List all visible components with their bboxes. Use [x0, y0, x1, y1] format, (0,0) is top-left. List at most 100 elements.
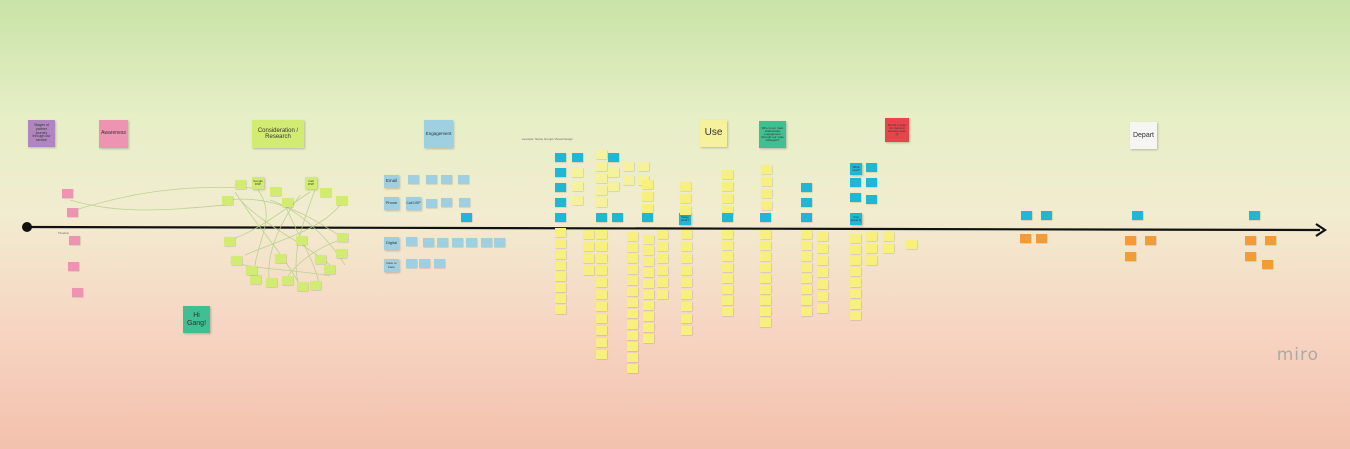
sticky-note[interactable] — [596, 174, 607, 183]
sticky-note[interactable] — [555, 283, 566, 292]
sticky-note-stakeholder-question[interactable]: Who is our main stakeholder engagement t… — [759, 121, 786, 148]
sticky-note[interactable] — [224, 237, 235, 246]
sticky-note[interactable] — [760, 252, 771, 261]
sticky-note[interactable] — [883, 232, 894, 241]
sticky-note[interactable] — [222, 196, 233, 205]
sticky-note[interactable] — [850, 245, 861, 254]
sticky-note[interactable] — [760, 230, 771, 239]
sticky-note[interactable] — [627, 309, 638, 318]
sticky-note-email[interactable]: Email — [384, 175, 399, 188]
sticky-note[interactable] — [817, 268, 828, 277]
sticky-note[interactable] — [596, 338, 607, 347]
sticky-note[interactable] — [817, 244, 828, 253]
sticky-note[interactable] — [866, 178, 877, 187]
sticky-note[interactable] — [596, 254, 607, 263]
sticky-note[interactable] — [760, 213, 771, 222]
sticky-note[interactable] — [1245, 236, 1256, 245]
sticky-note[interactable] — [850, 234, 861, 243]
sticky-note[interactable] — [555, 272, 566, 281]
sticky-note[interactable] — [866, 195, 877, 204]
sticky-note[interactable] — [866, 232, 877, 241]
sticky-note-stages-intro[interactable]: Stages of partner journey through our se… — [28, 120, 55, 147]
sticky-note[interactable] — [643, 268, 654, 277]
sticky-note[interactable] — [596, 230, 607, 239]
sticky-note[interactable] — [67, 208, 78, 217]
sticky-note[interactable] — [643, 312, 654, 321]
sticky-note[interactable] — [320, 188, 331, 197]
sticky-note[interactable] — [596, 350, 607, 359]
sticky-note[interactable] — [850, 267, 861, 276]
sticky-note[interactable] — [627, 265, 638, 274]
sticky-note[interactable] — [850, 256, 861, 265]
sticky-note[interactable] — [722, 170, 733, 179]
sticky-note[interactable] — [246, 266, 257, 275]
sticky-note[interactable] — [623, 162, 634, 171]
sticky-note[interactable] — [596, 213, 607, 222]
sticky-note[interactable] — [572, 153, 583, 162]
sticky-note-google-dsp[interactable]: Google DSP — [252, 177, 264, 189]
sticky-note[interactable] — [466, 238, 477, 247]
sticky-note[interactable] — [680, 206, 691, 215]
sticky-note[interactable] — [680, 194, 691, 203]
sticky-note[interactable] — [850, 193, 861, 202]
sticky-note-faq[interactable]: Faq stand Q — [850, 213, 862, 225]
sticky-note[interactable] — [722, 296, 733, 305]
sticky-note[interactable] — [642, 192, 653, 201]
sticky-note[interactable] — [423, 238, 434, 247]
sticky-note[interactable] — [336, 249, 347, 258]
sticky-note-decision-point[interactable]: Month 1 point for trial and decision poi… — [885, 118, 909, 142]
sticky-note[interactable] — [1249, 211, 1260, 220]
sticky-note[interactable] — [642, 213, 653, 222]
sticky-note[interactable] — [608, 168, 619, 177]
sticky-note[interactable] — [426, 199, 437, 208]
sticky-note[interactable] — [760, 274, 771, 283]
sticky-note[interactable] — [722, 252, 733, 261]
sticky-note[interactable] — [681, 230, 692, 239]
sticky-note[interactable] — [866, 163, 877, 172]
sticky-note[interactable] — [596, 326, 607, 335]
sticky-note[interactable] — [583, 230, 594, 239]
sticky-note[interactable] — [627, 287, 638, 296]
sticky-note[interactable] — [801, 307, 812, 316]
sticky-note-phone[interactable]: Phone — [384, 197, 399, 210]
sticky-note[interactable] — [324, 265, 335, 274]
sticky-note[interactable] — [572, 182, 583, 191]
sticky-note[interactable] — [657, 266, 668, 275]
sticky-note[interactable] — [336, 196, 347, 205]
sticky-note[interactable] — [1145, 236, 1156, 245]
sticky-note[interactable] — [657, 242, 668, 251]
sticky-note[interactable] — [850, 289, 861, 298]
sticky-note[interactable] — [657, 254, 668, 263]
sticky-note[interactable] — [817, 280, 828, 289]
sticky-note[interactable] — [250, 275, 261, 284]
sticky-note[interactable] — [722, 230, 733, 239]
sticky-note[interactable] — [583, 266, 594, 275]
sticky-note[interactable] — [1245, 252, 1256, 261]
sticky-note[interactable] — [722, 263, 733, 272]
sticky-note[interactable] — [72, 288, 83, 297]
sticky-note[interactable] — [760, 285, 771, 294]
sticky-note[interactable] — [1036, 234, 1047, 243]
sticky-note[interactable] — [642, 204, 653, 213]
sticky-note[interactable] — [596, 198, 607, 207]
sticky-note[interactable] — [494, 238, 505, 247]
timeline-start-dot[interactable] — [22, 222, 32, 232]
sticky-note[interactable] — [801, 285, 812, 294]
sticky-note[interactable] — [596, 242, 607, 251]
sticky-note[interactable] — [627, 353, 638, 362]
sticky-note[interactable] — [437, 238, 448, 247]
sticky-note[interactable] — [801, 274, 812, 283]
sticky-note[interactable] — [270, 187, 281, 196]
sticky-note-face-to-face[interactable]: Face to Face — [384, 259, 399, 272]
sticky-note[interactable] — [643, 323, 654, 332]
sticky-note[interactable] — [315, 255, 326, 264]
sticky-note[interactable] — [426, 175, 437, 184]
sticky-note[interactable] — [555, 213, 566, 222]
sticky-note[interactable] — [680, 182, 691, 191]
sticky-note[interactable] — [623, 176, 634, 185]
sticky-note[interactable] — [681, 302, 692, 311]
sticky-note-digital[interactable]: Digital — [384, 237, 399, 250]
timeline-axis[interactable] — [26, 225, 1321, 232]
sticky-note[interactable] — [337, 233, 348, 242]
sticky-note[interactable] — [643, 301, 654, 310]
